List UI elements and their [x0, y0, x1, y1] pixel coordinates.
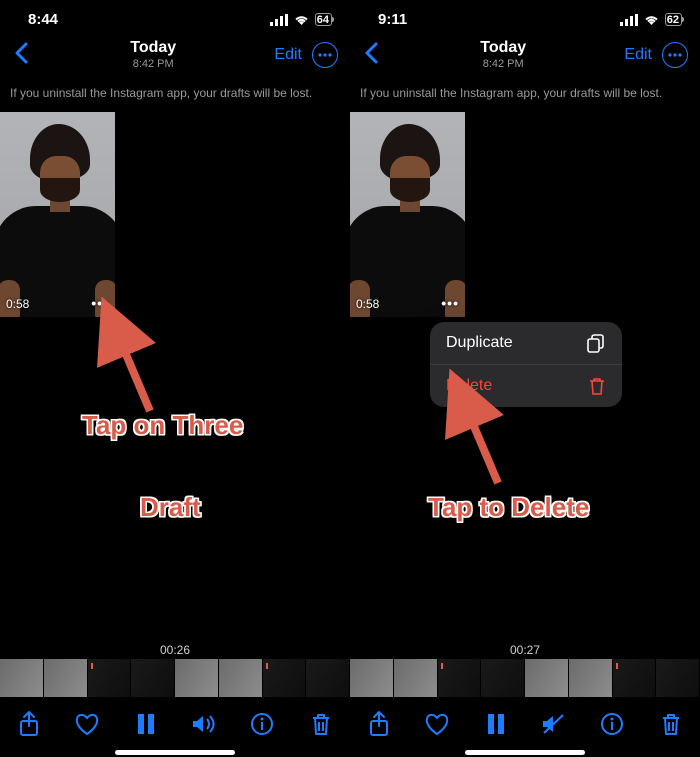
status-right: 64: [270, 13, 332, 26]
toolbar: [350, 701, 700, 747]
share-button[interactable]: [366, 711, 392, 737]
phone-right: 9:11 62 Today 8:42 PM Edit If you uninst…: [350, 0, 700, 757]
thumbnail-image: [350, 112, 465, 317]
cellular-icon: [620, 14, 638, 26]
timeline-scrubber[interactable]: [0, 659, 350, 697]
annotation-text-2: Draft: [140, 492, 201, 523]
playhead-time: 00:26: [0, 643, 350, 657]
favorite-button[interactable]: [74, 711, 100, 737]
header-subtitle: 8:42 PM: [480, 58, 526, 71]
nav-header: Today 8:42 PM Edit: [0, 32, 350, 78]
phone-left: 8:44 64 Today 8:42 PM Edit If you uninst…: [0, 0, 350, 757]
status-bar: 8:44 64: [0, 0, 350, 32]
home-indicator[interactable]: [465, 750, 585, 755]
nav-header: Today 8:42 PM Edit: [350, 32, 700, 78]
drafts-grid: 0:58 ••• Duplicate Delete: [350, 106, 700, 317]
info-button[interactable]: [599, 711, 625, 737]
header-title: Today: [480, 39, 526, 57]
battery-indicator: 64: [315, 13, 332, 26]
uninstall-warning: If you uninstall the Instagram app, your…: [350, 78, 700, 106]
draft-more-button[interactable]: •••: [441, 295, 459, 311]
more-circle-icon[interactable]: [312, 42, 338, 68]
info-button[interactable]: [249, 711, 275, 737]
header-center: Today 8:42 PM: [130, 39, 176, 70]
annotation-text: Tap to Delete: [428, 492, 589, 523]
mute-button[interactable]: [541, 711, 567, 737]
draft-more-button[interactable]: •••: [91, 295, 109, 311]
status-right: 62: [620, 13, 682, 26]
header-subtitle: 8:42 PM: [130, 58, 176, 71]
more-circle-icon[interactable]: [662, 42, 688, 68]
menu-duplicate-label: Duplicate: [446, 334, 513, 352]
delete-button[interactable]: [308, 711, 334, 737]
status-bar: 9:11 62: [350, 0, 700, 32]
pause-button[interactable]: [483, 711, 509, 737]
drafts-grid: 0:58 •••: [0, 106, 350, 317]
edit-button[interactable]: Edit: [624, 46, 652, 64]
copy-icon: [586, 333, 606, 353]
share-button[interactable]: [16, 711, 42, 737]
draft-duration: 0:58: [6, 297, 29, 311]
cellular-icon: [270, 14, 288, 26]
menu-duplicate[interactable]: Duplicate: [430, 322, 622, 364]
back-button[interactable]: [10, 40, 32, 71]
timeline-scrubber[interactable]: [350, 659, 700, 697]
trash-icon: [586, 376, 606, 396]
volume-button[interactable]: [191, 711, 217, 737]
battery-level: 62: [667, 14, 679, 26]
edit-button[interactable]: Edit: [274, 46, 302, 64]
annotation-text-1: Tap on Three: [82, 410, 243, 441]
toolbar: [0, 701, 350, 747]
uninstall-warning: If you uninstall the Instagram app, your…: [0, 78, 350, 106]
pause-button[interactable]: [133, 711, 159, 737]
status-time: 9:11: [378, 11, 407, 28]
header-title: Today: [130, 39, 176, 57]
wifi-icon: [643, 14, 660, 26]
header-center: Today 8:42 PM: [480, 39, 526, 70]
back-button[interactable]: [360, 40, 382, 71]
battery-indicator: 62: [665, 13, 682, 26]
wifi-icon: [293, 14, 310, 26]
draft-thumbnail[interactable]: 0:58 •••: [0, 112, 115, 317]
battery-level: 64: [317, 14, 329, 26]
draft-duration: 0:58: [356, 297, 379, 311]
delete-button[interactable]: [658, 711, 684, 737]
favorite-button[interactable]: [424, 711, 450, 737]
draft-thumbnail[interactable]: 0:58 •••: [350, 112, 465, 317]
thumbnail-image: [0, 112, 115, 317]
playhead-time: 00:27: [350, 643, 700, 657]
status-time: 8:44: [28, 11, 58, 28]
home-indicator[interactable]: [115, 750, 235, 755]
